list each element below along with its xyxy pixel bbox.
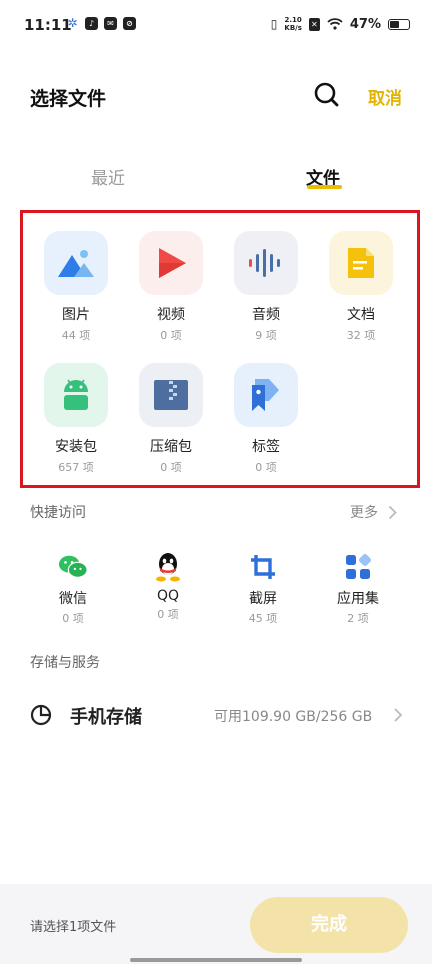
quick-access-title: 快捷访问 [30, 505, 86, 521]
category-count: 9 项 [255, 329, 277, 342]
cancel-button[interactable]: 取消 [368, 84, 402, 109]
storage-label: 手机存储 [70, 707, 142, 728]
apps-icon [343, 552, 373, 582]
selection-hint: 请选择1项文件 [30, 920, 117, 935]
quick-count: 0 项 [62, 612, 84, 625]
category-label: 安装包 [55, 439, 97, 455]
chevron-right-icon [394, 708, 403, 722]
wifi-icon [327, 18, 343, 30]
category-label: 图片 [62, 307, 90, 323]
more-link[interactable]: 更多 [350, 502, 397, 522]
category-documents[interactable]: 文档 32 项 [316, 231, 406, 343]
bottom-bar: 请选择1项文件 完成 [0, 884, 432, 964]
quick-item-app-collection[interactable]: 应用集 2 项 [318, 552, 398, 626]
search-icon [314, 82, 339, 107]
quick-count: 45 项 [248, 612, 278, 625]
qq-icon [153, 552, 183, 582]
tiktok-icon: ♪ [85, 17, 98, 30]
quick-count: 2 项 [347, 612, 369, 625]
category-count: 0 项 [255, 461, 277, 474]
category-label: 音频 [252, 307, 280, 323]
audio-icon [234, 231, 298, 295]
quick-label: QQ [156, 588, 180, 604]
category-count: 0 项 [160, 329, 182, 342]
image-icon [44, 231, 108, 295]
category-label: 文档 [347, 307, 375, 323]
category-count: 44 项 [61, 329, 91, 342]
status-time: 11:11 [24, 16, 72, 34]
quick-item-wechat[interactable]: 微信 0 项 [33, 552, 113, 626]
document-icon [329, 231, 393, 295]
category-apk[interactable]: 安装包 657 项 [31, 363, 121, 475]
tab-recent[interactable]: 最近 [91, 164, 125, 189]
no-sim-icon: ✕ [308, 17, 320, 31]
tag-icon [234, 363, 298, 427]
tab-indicator [307, 185, 342, 189]
status-right: ▯ 2.10 KB/s ✕ 47% [271, 16, 410, 32]
category-grid: 图片 44 项 视频 0 项 音频 9 项 文档 32 项 安装包 657 项 … [20, 210, 420, 488]
category-count: 32 项 [346, 329, 376, 342]
status-bar: 11:11 ✲ ♪ ✉ ⊘ ▯ 2.10 KB/s ✕ 47% [0, 0, 432, 52]
category-archive[interactable]: 压缩包 0 项 [126, 363, 216, 475]
quick-label: 应用集 [337, 591, 379, 607]
category-video[interactable]: 视频 0 项 [126, 231, 216, 343]
network-speed: 2.10 KB/s [284, 16, 301, 32]
category-label: 视频 [157, 307, 185, 323]
category-count: 657 项 [58, 461, 94, 474]
quick-item-screenshots[interactable]: 截屏 45 项 [223, 552, 303, 626]
storage-value: 可用109.90 GB/256 GB [214, 709, 373, 725]
pie-chart-icon [30, 704, 52, 726]
category-label: 标签 [252, 439, 280, 455]
notification-icons: ✲ ♪ ✉ ⊘ [66, 17, 136, 30]
category-label: 压缩包 [150, 439, 192, 455]
category-tags[interactable]: 标签 0 项 [221, 363, 311, 475]
video-icon [139, 231, 203, 295]
crop-icon [248, 552, 278, 582]
archive-icon [139, 363, 203, 427]
tab-bar: 最近 文件 [0, 158, 432, 198]
battery-percent: 47% [349, 16, 381, 32]
vibrate-icon: ▯ [270, 17, 278, 31]
category-audio[interactable]: 音频 9 项 [221, 231, 311, 343]
quick-count: 0 项 [157, 608, 179, 621]
battery-icon [388, 18, 410, 30]
app-notification-icon: ⊘ [123, 17, 136, 30]
mail-icon: ✉ [104, 17, 117, 30]
network-speed-value: 2.10 [284, 16, 302, 24]
done-button[interactable]: 完成 [250, 897, 408, 953]
pinwheel-icon: ✲ [67, 16, 78, 30]
search-button[interactable] [312, 80, 342, 110]
more-label: 更多 [350, 505, 378, 521]
network-speed-unit: KB/s [284, 24, 302, 32]
page-title: 选择文件 [30, 88, 107, 110]
quick-item-qq[interactable]: QQ 0 项 [128, 552, 208, 622]
category-count: 0 项 [160, 461, 182, 474]
phone-storage-row[interactable]: 手机存储 可用109.90 GB/256 GB [0, 692, 432, 738]
wechat-icon [58, 552, 88, 582]
category-images[interactable]: 图片 44 项 [31, 231, 121, 343]
chevron-right-icon [388, 505, 397, 519]
android-icon [44, 363, 108, 427]
storage-section-title: 存储与服务 [30, 655, 100, 671]
home-indicator[interactable] [130, 958, 302, 962]
quick-label: 微信 [59, 591, 87, 607]
quick-label: 截屏 [249, 591, 277, 607]
header: 选择文件 取消 [0, 72, 432, 118]
